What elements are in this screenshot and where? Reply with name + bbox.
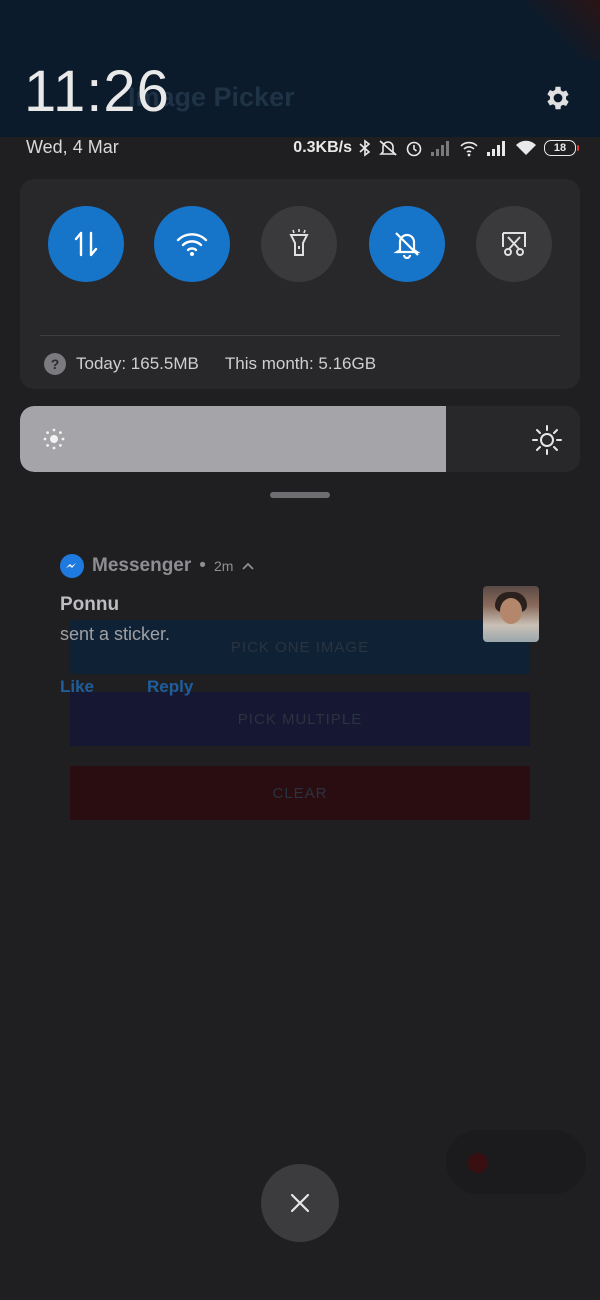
reply-button[interactable]: Reply xyxy=(147,677,193,697)
mute-icon xyxy=(378,139,398,157)
date[interactable]: Wed, 4 Mar xyxy=(26,137,119,158)
notification-sender: Ponnu xyxy=(60,594,120,615)
background-record-pill xyxy=(446,1130,586,1194)
brightness-low-icon xyxy=(43,428,65,450)
data-usage[interactable]: ? Today: 165.5MB This month: 5.16GB xyxy=(44,351,376,377)
clear-all-button[interactable] xyxy=(261,1164,339,1242)
signal-icon xyxy=(430,140,452,156)
tile-screenshot[interactable] xyxy=(476,206,552,282)
brightness-high-icon xyxy=(532,425,562,455)
quick-settings-divider xyxy=(40,335,560,336)
like-button[interactable]: Like xyxy=(60,677,94,697)
brightness-fill[interactable] xyxy=(20,406,446,472)
chevron-up-icon[interactable] xyxy=(241,561,255,571)
tile-mobile-data[interactable] xyxy=(48,206,124,282)
alarm-icon xyxy=(405,139,423,157)
notification-card[interactable]: Messenger • 2m Ponnu sent a sticker. Lik… xyxy=(0,540,600,720)
tile-flashlight[interactable] xyxy=(261,206,337,282)
usage-today: Today: 165.5MB xyxy=(76,354,199,373)
status-bar: 0.3KB/s 18 xyxy=(293,137,579,159)
notification-app-name: Messenger xyxy=(92,555,192,576)
notification-time: 2m xyxy=(213,558,234,574)
tile-wifi[interactable] xyxy=(154,206,230,282)
background-clear-button: CLEAR xyxy=(70,766,530,820)
battery-level: 18 xyxy=(553,142,567,154)
gear-icon xyxy=(547,86,569,110)
hotspot-icon xyxy=(459,139,479,157)
notification-message: sent a sticker. xyxy=(60,624,171,644)
notification-header: Messenger • 2m xyxy=(60,554,255,578)
bell-off-icon xyxy=(393,232,421,259)
separator-dot: • xyxy=(199,555,206,576)
wifi-icon xyxy=(176,233,208,256)
shade-handle[interactable] xyxy=(270,492,330,498)
background-record-dot xyxy=(468,1153,488,1173)
messenger-icon xyxy=(60,554,84,578)
background-debug-banner xyxy=(520,0,600,60)
signal-icon xyxy=(486,140,508,156)
settings-button[interactable] xyxy=(540,80,576,116)
wifi-icon xyxy=(515,140,537,156)
network-speed: 0.3KB/s xyxy=(293,139,352,156)
help-icon: ? xyxy=(44,353,66,375)
flashlight-icon xyxy=(289,229,309,256)
bluetooth-icon xyxy=(359,139,371,157)
brightness-slider[interactable] xyxy=(20,406,580,472)
quick-settings-panel: ? Today: 165.5MB This month: 5.16GB xyxy=(20,179,580,389)
scissors-icon xyxy=(502,232,526,256)
close-icon xyxy=(290,1193,310,1213)
clock[interactable]: 11:26 xyxy=(24,58,170,125)
data-arrows-icon xyxy=(74,231,98,257)
battery-icon: 18 xyxy=(544,140,579,156)
tile-mute[interactable] xyxy=(369,206,445,282)
sender-avatar xyxy=(483,586,539,642)
usage-month: This month: 5.16GB xyxy=(224,354,377,373)
